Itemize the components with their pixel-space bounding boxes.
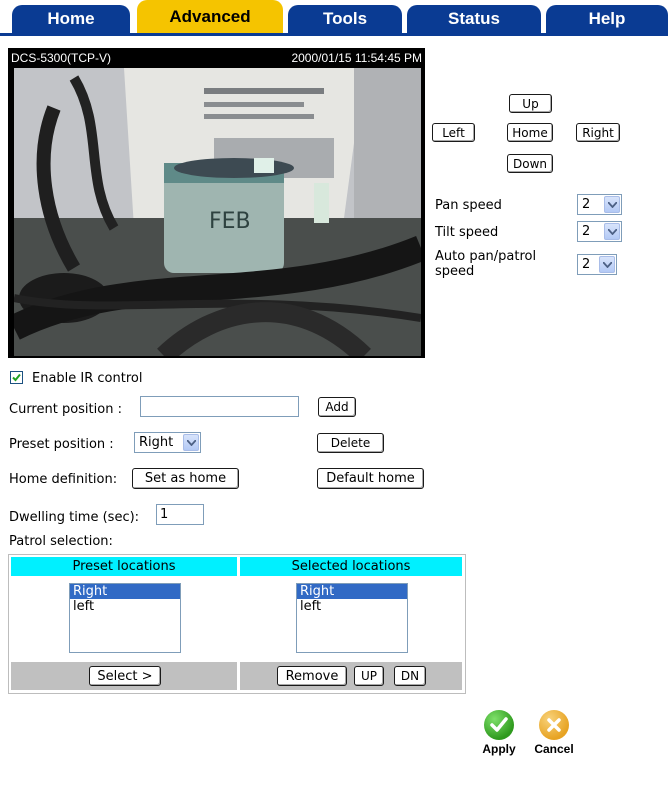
video-panel: DCS-5300(TCP-V) 2000/01/15 11:54:45 PM F…	[8, 48, 425, 358]
chevron-down-icon	[183, 434, 199, 451]
camera-timestamp: 2000/01/15 11:54:45 PM	[291, 51, 422, 65]
pan-left-button[interactable]: Left	[432, 123, 475, 142]
remove-button[interactable]: Remove	[277, 666, 347, 686]
enable-ir-checkbox[interactable]	[10, 371, 23, 384]
auto-speed-label-line1: Auto pan/patrol	[435, 249, 537, 264]
svg-text:FEB: FEB	[209, 209, 251, 234]
home-definition-label: Home definition:	[9, 472, 118, 487]
tilt-speed-label: Tilt speed	[435, 225, 499, 240]
add-button[interactable]: Add	[318, 397, 356, 417]
selected-locations-header: Selected locations	[240, 557, 462, 576]
current-position-input[interactable]	[140, 396, 299, 417]
cancel-label: Cancel	[534, 742, 574, 756]
checkmark-icon	[12, 373, 21, 382]
tilt-speed-value: 2	[582, 224, 591, 239]
tab-advanced[interactable]: Advanced	[137, 0, 283, 33]
move-up-button[interactable]: UP	[354, 666, 384, 686]
checkmark-icon	[484, 710, 514, 740]
auto-speed-value: 2	[582, 257, 591, 272]
set-as-home-button[interactable]: Set as home	[132, 468, 239, 489]
list-item[interactable]: Right	[297, 584, 407, 599]
tab-help[interactable]: Help	[546, 5, 668, 33]
pan-speed-select[interactable]: 2	[577, 194, 622, 215]
patrol-selection-label: Patrol selection:	[9, 534, 113, 549]
delete-button[interactable]: Delete	[317, 433, 384, 453]
preset-position-select[interactable]: Right	[134, 432, 201, 453]
cancel-button[interactable]: Cancel	[530, 710, 578, 756]
preset-position-value: Right	[139, 435, 174, 450]
chevron-down-icon	[599, 256, 615, 273]
dwelling-time-label: Dwelling time (sec):	[9, 510, 140, 525]
current-position-label: Current position :	[9, 402, 122, 417]
chevron-down-icon	[604, 196, 620, 213]
selected-locations-list[interactable]: Right left	[296, 583, 408, 653]
video-header: DCS-5300(TCP-V) 2000/01/15 11:54:45 PM	[8, 48, 425, 67]
tilt-speed-select[interactable]: 2	[577, 221, 622, 242]
camera-model: DCS-5300(TCP-V)	[11, 51, 112, 65]
pan-right-button[interactable]: Right	[576, 123, 620, 142]
move-down-button[interactable]: DN	[394, 666, 426, 686]
preset-position-label: Preset position :	[9, 437, 114, 452]
tab-bar: Home Advanced Tools Status Help	[0, 0, 668, 35]
preset-locations-header: Preset locations	[11, 557, 237, 576]
auto-speed-label-line2: speed	[435, 264, 475, 279]
preset-footer-bar: Select >	[11, 662, 237, 690]
selected-footer-bar: Remove UP DN	[240, 662, 462, 690]
tilt-down-button[interactable]: Down	[507, 154, 553, 173]
pan-speed-value: 2	[582, 197, 591, 212]
apply-button[interactable]: Apply	[478, 710, 520, 756]
enable-ir-label: Enable IR control	[32, 371, 143, 386]
dwelling-time-input[interactable]	[156, 504, 204, 525]
home-position-button[interactable]: Home	[507, 123, 553, 142]
default-home-button[interactable]: Default home	[317, 468, 424, 489]
close-icon	[539, 710, 569, 740]
pan-speed-label: Pan speed	[435, 198, 502, 213]
camera-view: FEB	[14, 68, 421, 356]
tab-tools[interactable]: Tools	[288, 5, 402, 33]
select-button[interactable]: Select >	[89, 666, 161, 686]
auto-speed-select[interactable]: 2	[577, 254, 617, 275]
list-item[interactable]: left	[70, 599, 180, 614]
apply-label: Apply	[482, 742, 516, 756]
patrol-selection-panel: Preset locations Selected locations Righ…	[8, 554, 466, 694]
list-item[interactable]: Right	[70, 584, 180, 599]
camera-scene-image: FEB	[14, 68, 421, 356]
list-item[interactable]: left	[297, 599, 407, 614]
tab-home[interactable]: Home	[12, 5, 130, 33]
tilt-up-button[interactable]: Up	[509, 94, 552, 113]
chevron-down-icon	[604, 223, 620, 240]
preset-locations-list[interactable]: Right left	[69, 583, 181, 653]
tab-status[interactable]: Status	[407, 5, 541, 33]
tab-underline	[0, 33, 668, 36]
